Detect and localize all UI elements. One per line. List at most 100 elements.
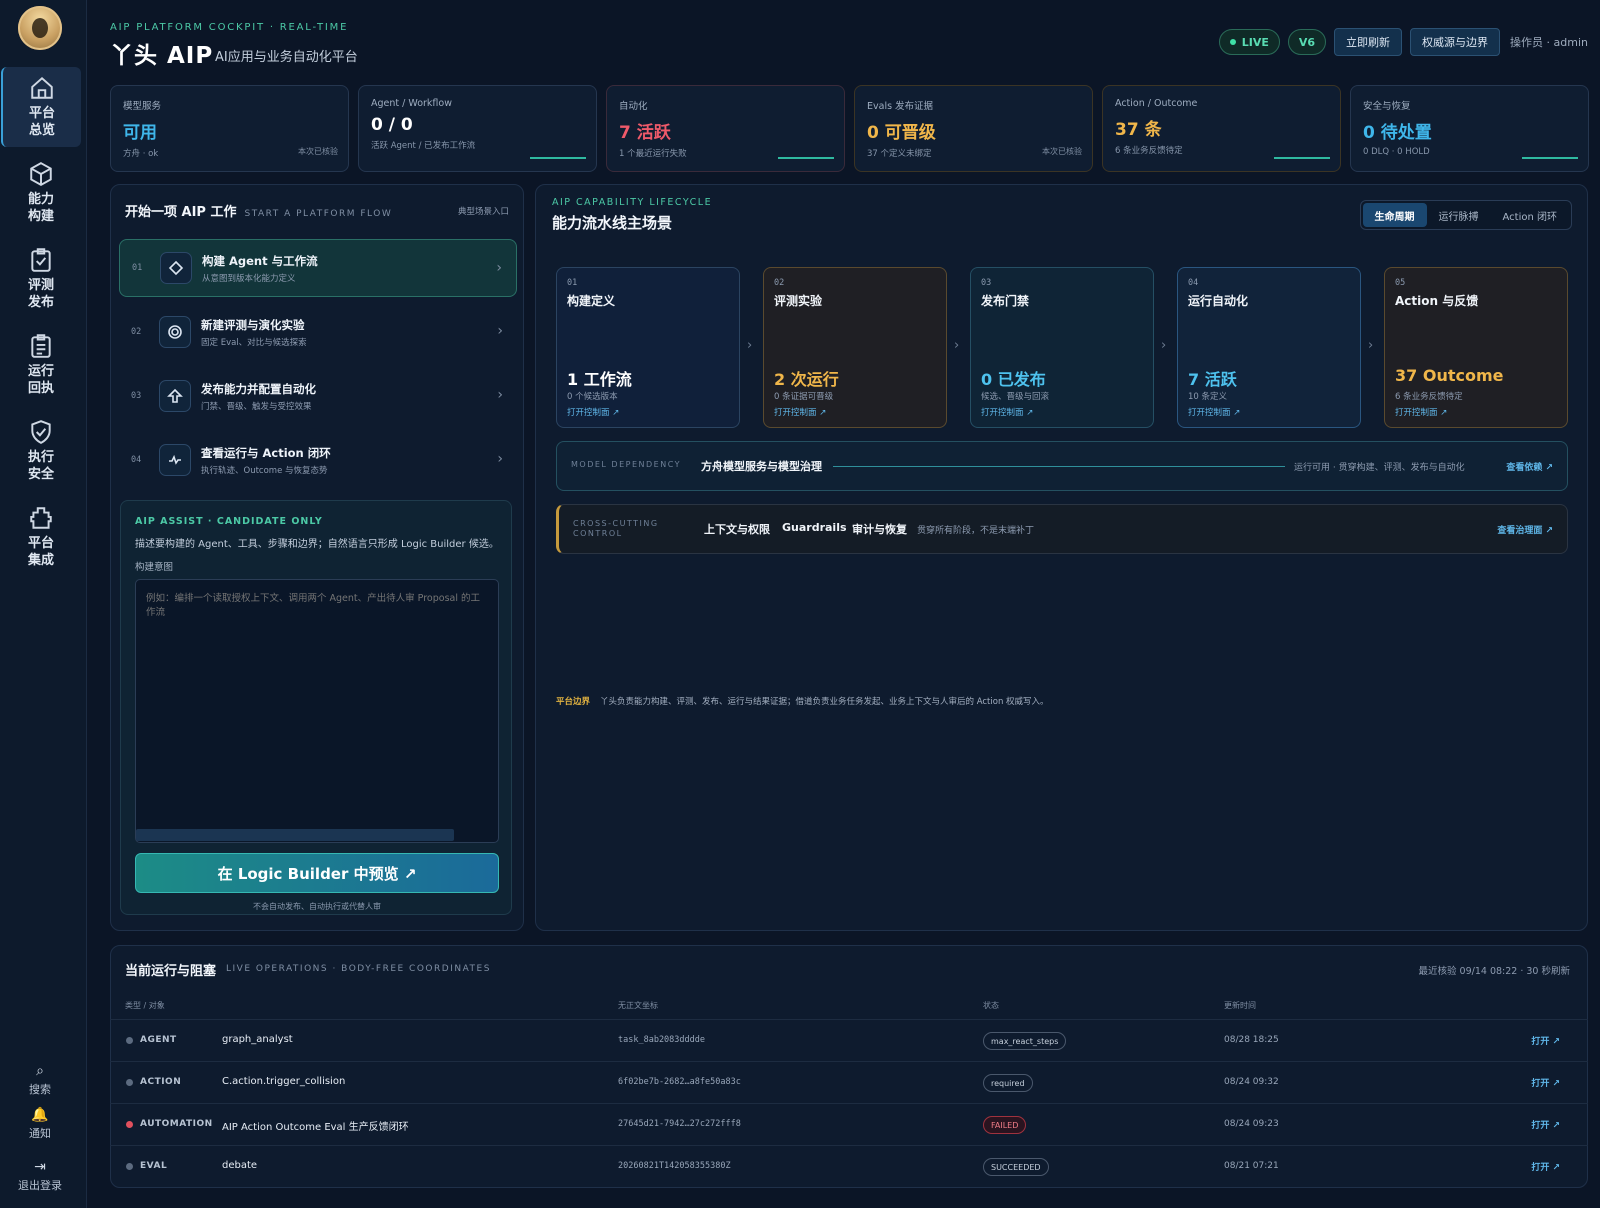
stat-card-security[interactable]: 安全与恢复 0 待处置 0 DLQ · 0 HOLD [1350, 85, 1589, 172]
table-row[interactable]: AGENT graph_analyst task_8ab2083dddde ma… [110, 1019, 1588, 1061]
stage-publish[interactable]: 03 发布门禁 0 已发布 候选、晋级与回滚 打开控制面 ↗ [970, 267, 1154, 428]
notifications-button[interactable]: 🔔 通知 [0, 1107, 80, 1141]
row-open-link[interactable]: 打开 ↗ [1531, 1118, 1560, 1131]
flow-title-text: 开始一项 AIP 工作 [125, 205, 237, 220]
flow-item-eval[interactable]: 02 新建评测与演化实验 固定 Eval、对比与候选探索 › [119, 303, 517, 361]
stat-card-automation[interactable]: 自动化 7 活跃 1 个最近运行失败 [606, 85, 845, 172]
flow-item-sub: 执行轨迹、Outcome 与恢复态势 [201, 465, 328, 476]
stat-value: 7 活跃 [619, 123, 671, 143]
dependency-kicker: MODEL DEPENDENCY [571, 460, 682, 469]
assist-note: 不会自动发布、自动执行或代替人审 [253, 902, 381, 911]
stage-name: 构建定义 [567, 294, 616, 308]
sidebar-item-integration[interactable]: 平台集成 [1, 497, 81, 577]
refresh-button[interactable]: 立即刷新 [1334, 28, 1403, 56]
stat-label: Evals 发布证据 [867, 101, 934, 112]
stat-sub: 活跃 Agent / 已发布工作流 [371, 141, 476, 151]
stage-open-link[interactable]: 打开控制面 ↗ [981, 406, 1033, 418]
tab-lifecycle[interactable]: 生命周期 [1362, 203, 1427, 227]
stage-no: 04 [1188, 278, 1199, 288]
stage-build[interactable]: 01 构建定义 1 工作流 0 个候选版本 打开控制面 ↗ [556, 267, 740, 428]
flow-item-publish[interactable]: 03 发布能力并配置自动化 门禁、晋级、触发与受控效果 › [119, 367, 517, 425]
flow-item-runs[interactable]: 04 查看运行与 Action 闭环 执行轨迹、Outcome 与恢复态势 › [119, 431, 517, 489]
diamond-icon [160, 252, 192, 284]
flow-item-sub: 门禁、晋级、触发与受控效果 [201, 401, 312, 412]
row-type: AUTOMATION [140, 1119, 213, 1129]
chevron-right-icon: › [496, 260, 502, 276]
bell-icon: 🔔 [31, 1107, 49, 1123]
row-open-link[interactable]: 打开 ↗ [1531, 1076, 1560, 1089]
stage-metric: 7 活跃 [1188, 370, 1237, 389]
stat-value: 0 待处置 [1363, 123, 1432, 143]
stat-card-model[interactable]: 模型服务 可用 方舟 · ok 本次已核验 [110, 85, 349, 172]
stage-open-link[interactable]: 打开控制面 ↗ [1188, 406, 1240, 418]
clipboard-check-icon [28, 247, 54, 273]
tab-action-loop[interactable]: Action 闭环 [1491, 203, 1570, 227]
assist-field-label: 构建意图 [135, 562, 174, 573]
sidebar-item-overview[interactable]: 平台总览 [1, 67, 81, 147]
puzzle-icon [28, 505, 54, 531]
tab-run-pulse[interactable]: 运行脉搏 [1427, 203, 1491, 227]
lifecycle-tabs: 生命周期 运行脉搏 Action 闭环 [1359, 200, 1572, 230]
ops-title: 当前运行与阻塞 [125, 964, 217, 979]
app-logo[interactable] [18, 6, 62, 50]
stat-card-agent[interactable]: Agent / Workflow 0 / 0 活跃 Agent / 已发布工作流 [358, 85, 597, 172]
view-governance-link[interactable]: 查看治理面 ↗ [1497, 523, 1553, 536]
view-dependency-link[interactable]: 查看依赖 ↗ [1506, 460, 1553, 473]
row-object: debate [222, 1160, 258, 1171]
stage-automation[interactable]: 04 运行自动化 7 活跃 10 条定义 打开控制面 ↗ [1177, 267, 1361, 428]
stage-eval[interactable]: 02 评测实验 2 次运行 0 条证据可晋级 打开控制面 ↗ [763, 267, 947, 428]
row-open-link[interactable]: 打开 ↗ [1531, 1160, 1560, 1173]
cross-cutting-band: CROSS-CUTTING CONTROL 上下文与权限 Guardrails … [556, 504, 1568, 554]
sidebar-item-eval[interactable]: 评测发布 [1, 239, 81, 319]
row-object: AIP Action Outcome Eval 生产反馈闭环 [222, 1122, 409, 1133]
logic-builder-preview-button[interactable]: 在 Logic Builder 中预览 ↗ [135, 853, 499, 893]
row-time: 08/21 07:21 [1224, 1161, 1279, 1171]
row-time: 08/24 09:23 [1224, 1119, 1279, 1129]
stat-value: 0 可晋级 [867, 123, 936, 143]
stat-card-action[interactable]: Action / Outcome 37 条 6 条业务反馈待定 [1102, 85, 1341, 172]
horizontal-scrollbar[interactable] [136, 829, 454, 841]
sidebar-item-build[interactable]: 能力构建 [1, 153, 81, 233]
table-row[interactable]: AUTOMATION AIP Action Outcome Eval 生产反馈闭… [110, 1103, 1588, 1145]
stat-card-evals[interactable]: Evals 发布证据 0 可晋级 37 个定义未绑定 本次已核验 [854, 85, 1093, 172]
logout-button[interactable]: ⇥ 退出登录 [0, 1159, 80, 1193]
stat-label: 自动化 [619, 101, 648, 112]
stage-sub: 候选、晋级与回滚 [981, 392, 1050, 402]
table-row[interactable]: EVAL debate 20260821T142058355380Z SUCCE… [110, 1145, 1588, 1187]
intent-input[interactable] [135, 579, 499, 843]
authority-button[interactable]: 权威源与边界 [1410, 28, 1501, 56]
chevron-right-icon: › [1161, 338, 1167, 353]
row-object: graph_analyst [222, 1034, 293, 1045]
platform-boundary: 平台边界 丫头负责能力构建、评测、发布、运行与结果证据；借道负责业务任务发起、业务… [556, 695, 1049, 707]
live-badge: LIVE [1218, 29, 1280, 55]
flow-item-title: 构建 Agent 与工作流 [202, 253, 318, 268]
boundary-label: 平台边界 [556, 697, 591, 707]
stage-action[interactable]: 05 Action 与反馈 37 Outcome 6 条业务反馈待定 打开控制面… [1384, 267, 1568, 428]
stage-open-link[interactable]: 打开控制面 ↗ [1395, 406, 1447, 418]
table-row[interactable]: ACTION C.action.trigger_collision 6f02be… [110, 1061, 1588, 1103]
column-header: 类型 / 对象 [125, 1001, 165, 1010]
search-icon: ⌕ [36, 1063, 44, 1079]
stage-open-link[interactable]: 打开控制面 ↗ [567, 406, 619, 418]
stat-value: 0 / 0 [371, 115, 413, 135]
flow-text: 新建评测与演化实验 固定 Eval、对比与候选探索 [201, 317, 307, 348]
flow-item-build[interactable]: 01 构建 Agent 与工作流 从意图到版本化能力定义 › [119, 239, 517, 297]
clipboard-list-icon [28, 333, 54, 359]
version-badge: V6 [1287, 29, 1327, 55]
flow-text: 查看运行与 Action 闭环 执行轨迹、Outcome 与恢复态势 [201, 445, 331, 476]
row-open-link[interactable]: 打开 ↗ [1531, 1034, 1560, 1047]
search-button[interactable]: ⌕ 搜索 [0, 1063, 80, 1097]
status-badge: required [983, 1074, 1033, 1092]
sidebar-item-runs[interactable]: 运行回执 [1, 325, 81, 405]
sidebar-item-label: 能力构建 [27, 192, 54, 224]
status-dot [126, 1121, 133, 1128]
shield-check-icon [28, 419, 54, 445]
operator-label: 操作员 · admin [1510, 36, 1588, 49]
sidebar-item-label: 评测发布 [27, 278, 54, 310]
row-coord: 27645d21-7942…27c272fff8 [618, 1119, 741, 1129]
row-object: C.action.trigger_collision [222, 1076, 346, 1087]
sidebar-item-security[interactable]: 执行安全 [1, 411, 81, 491]
chevron-right-icon: › [747, 338, 753, 353]
stage-open-link[interactable]: 打开控制面 ↗ [774, 406, 826, 418]
flow-right-label: 典型场景入口 [457, 207, 509, 217]
